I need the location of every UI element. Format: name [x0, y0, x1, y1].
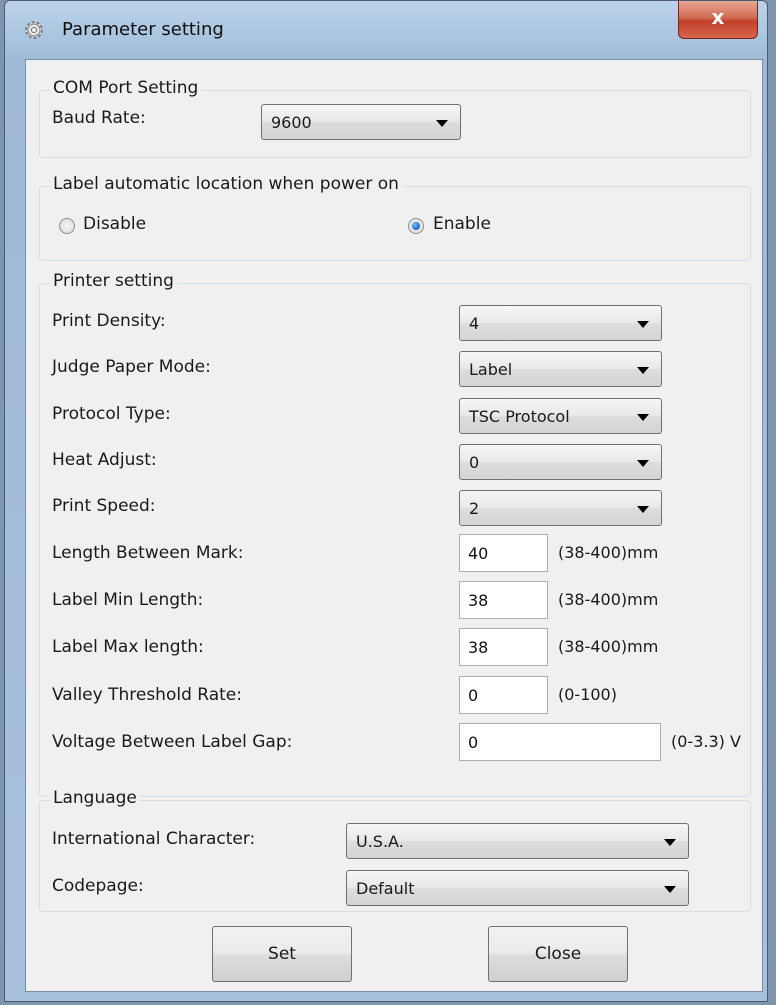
- label-min-length-range: (38-400)mm: [558, 590, 659, 609]
- language-group: Language International Character: U.S.A.…: [39, 788, 751, 912]
- codepage-label: Codepage:: [52, 876, 144, 896]
- dialog-client-area: COM Port Setting Baud Rate: 9600 Label a…: [25, 59, 763, 992]
- chevron-down-icon: [637, 460, 649, 467]
- judge-paper-mode-value: Label: [469, 360, 513, 379]
- judge-paper-mode-select[interactable]: Label: [459, 351, 662, 387]
- label-min-length-input[interactable]: 38: [459, 581, 548, 619]
- close-icon: x: [711, 5, 725, 29]
- disable-radio-button[interactable]: [59, 218, 75, 234]
- valley-threshold-rate-range: (0-100): [558, 685, 617, 704]
- heat-adjust-select[interactable]: 0: [459, 444, 662, 480]
- parameter-setting-window: Parameter setting x COM Port Setting Bau…: [4, 0, 768, 1002]
- baud-rate-value: 9600: [271, 113, 312, 132]
- valley-threshold-rate-value: 0: [468, 686, 479, 705]
- chevron-down-icon: [664, 886, 676, 893]
- enable-radio-button[interactable]: [408, 218, 424, 234]
- chevron-down-icon: [637, 414, 649, 421]
- print-speed-select[interactable]: 2: [459, 490, 662, 526]
- print-density-select[interactable]: 4: [459, 305, 662, 341]
- label-min-length-label: Label Min Length:: [52, 590, 204, 610]
- gear-icon: [25, 21, 43, 39]
- chevron-down-icon: [664, 839, 676, 846]
- label-min-length-value: 38: [468, 591, 489, 610]
- auto-location-legend: Label automatic location when power on: [50, 174, 402, 194]
- label-max-length-input[interactable]: 38: [459, 628, 548, 666]
- close-button[interactable]: Close: [488, 926, 628, 982]
- printer-setting-legend: Printer setting: [50, 271, 177, 291]
- label-max-length-range: (38-400)mm: [558, 637, 659, 656]
- international-character-select[interactable]: U.S.A.: [346, 823, 689, 859]
- window-title: Parameter setting: [62, 19, 224, 40]
- disable-radio-label[interactable]: Disable: [83, 214, 146, 234]
- language-legend: Language: [50, 788, 140, 808]
- length-between-mark-value: 40: [468, 544, 489, 563]
- set-button[interactable]: Set: [212, 926, 352, 982]
- codepage-value: Default: [356, 879, 415, 898]
- chevron-down-icon: [637, 321, 649, 328]
- com-port-group: COM Port Setting Baud Rate: 9600: [39, 78, 751, 158]
- label-max-length-value: 38: [468, 638, 489, 657]
- valley-threshold-rate-input[interactable]: 0: [459, 676, 548, 714]
- valley-threshold-rate-label: Valley Threshold Rate:: [52, 685, 242, 705]
- chevron-down-icon: [436, 120, 448, 127]
- auto-location-group: Label automatic location when power on D…: [39, 174, 751, 261]
- international-character-label: International Character:: [52, 829, 256, 849]
- international-character-value: U.S.A.: [356, 832, 404, 851]
- protocol-type-select[interactable]: TSC Protocol: [459, 398, 662, 434]
- judge-paper-mode-label: Judge Paper Mode:: [52, 357, 211, 377]
- com-port-legend: COM Port Setting: [50, 78, 202, 98]
- chevron-down-icon: [637, 506, 649, 513]
- voltage-between-label-gap-label: Voltage Between Label Gap:: [52, 732, 293, 752]
- title-bar[interactable]: Parameter setting x: [5, 1, 767, 59]
- length-between-mark-label: Length Between Mark:: [52, 543, 244, 563]
- print-speed-value: 2: [469, 499, 480, 518]
- enable-radio-label[interactable]: Enable: [433, 214, 491, 234]
- print-density-label: Print Density:: [52, 311, 166, 331]
- codepage-select[interactable]: Default: [346, 870, 689, 906]
- length-between-mark-range: (38-400)mm: [558, 543, 659, 562]
- voltage-between-label-gap-range: (0-3.3) V: [671, 732, 741, 751]
- window-close-button[interactable]: x: [678, 1, 758, 39]
- length-between-mark-input[interactable]: 40: [459, 534, 548, 572]
- label-max-length-label: Label Max length:: [52, 637, 204, 657]
- heat-adjust-label: Heat Adjust:: [52, 450, 157, 470]
- baud-rate-label: Baud Rate:: [52, 108, 146, 128]
- protocol-type-label: Protocol Type:: [52, 404, 171, 424]
- voltage-between-label-gap-input[interactable]: 0: [459, 723, 661, 761]
- print-speed-label: Print Speed:: [52, 496, 156, 516]
- baud-rate-select[interactable]: 9600: [261, 104, 461, 140]
- heat-adjust-value: 0: [469, 453, 480, 472]
- protocol-type-value: TSC Protocol: [469, 407, 570, 426]
- chevron-down-icon: [637, 367, 649, 374]
- printer-setting-group: Printer setting Print Density: 4 Judge P…: [39, 271, 751, 797]
- voltage-between-label-gap-value: 0: [468, 733, 479, 752]
- print-density-value: 4: [469, 314, 480, 333]
